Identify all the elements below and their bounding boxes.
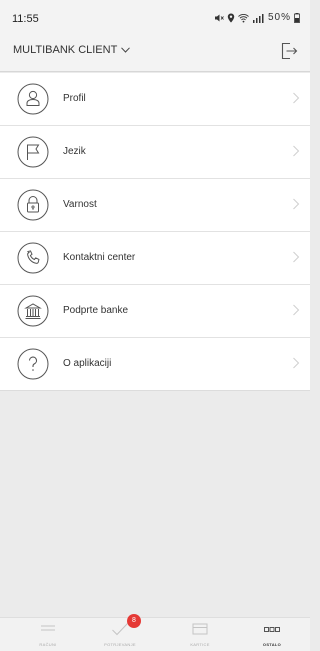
- phone-icon: [17, 242, 49, 274]
- nav-label: KARTICE: [190, 642, 210, 647]
- nav-label: POTRJEVANJE: [104, 642, 136, 647]
- menu-item-varnost[interactable]: Varnost: [0, 179, 310, 232]
- menu-item-label: Jezik: [63, 146, 86, 157]
- logout-icon[interactable]: [280, 42, 298, 60]
- bottom-navigation: RAČUNI 8 POTRJEVANJE KARTICE OSTALO: [0, 614, 310, 651]
- nav-tab-ostalo[interactable]: OSTALO: [241, 618, 303, 651]
- status-icons: 50%: [214, 12, 300, 23]
- list-icon: [41, 625, 55, 631]
- chevron-down-icon: [121, 47, 131, 53]
- location-icon: [227, 13, 235, 22]
- battery-text: 50%: [267, 12, 291, 23]
- menu-item-o-aplikaciji[interactable]: O aplikaciji: [0, 338, 310, 391]
- menu-item-podprte-banke[interactable]: Podprte banke: [0, 285, 310, 338]
- check-icon: [112, 623, 128, 636]
- menu-item-label: Varnost: [63, 199, 97, 210]
- notification-badge: 8: [127, 614, 141, 628]
- battery-icon: [294, 12, 300, 23]
- menu-item-profil[interactable]: Profil: [0, 73, 310, 126]
- menu-item-label: Profil: [63, 93, 86, 104]
- nav-tab-potrjevanje[interactable]: 8 POTRJEVANJE: [89, 614, 151, 651]
- more-icon: [264, 627, 280, 632]
- lock-icon: [17, 189, 49, 221]
- client-label: MULTIBANK CLIENT: [13, 44, 118, 56]
- status-time: 11:55: [12, 13, 39, 25]
- nav-tab-racuni[interactable]: RAČUNI: [17, 618, 79, 651]
- bank-icon: [17, 295, 49, 327]
- chevron-right-icon: [293, 92, 300, 104]
- chevron-right-icon: [293, 304, 300, 316]
- nav-label: RAČUNI: [39, 642, 57, 647]
- chevron-right-icon: [293, 198, 300, 210]
- chevron-right-icon: [293, 357, 300, 369]
- menu-item-kontaktni-center[interactable]: Kontaktni center: [0, 232, 310, 285]
- header: MULTIBANK CLIENT: [0, 32, 310, 72]
- status-bar: 11:55 50%: [0, 0, 310, 32]
- wifi-icon: [238, 13, 249, 22]
- settings-menu: Profil Jezik Varnost Kontaktni center Po…: [0, 73, 310, 391]
- signal-icon: [252, 13, 264, 23]
- person-icon: [17, 83, 49, 115]
- menu-item-jezik[interactable]: Jezik: [0, 126, 310, 179]
- client-selector[interactable]: MULTIBANK CLIENT: [13, 44, 131, 56]
- menu-item-label: Kontaktni center: [63, 252, 136, 263]
- question-icon: [17, 348, 49, 380]
- menu-item-label: Podprte banke: [63, 305, 129, 316]
- mute-icon: [214, 14, 224, 21]
- nav-tab-kartice[interactable]: KARTICE: [169, 618, 231, 651]
- card-icon: [192, 623, 208, 635]
- chevron-right-icon: [293, 251, 300, 263]
- flag-icon: [17, 136, 49, 168]
- menu-item-label: O aplikaciji: [63, 358, 112, 369]
- nav-label: OSTALO: [262, 642, 282, 647]
- chevron-right-icon: [293, 145, 300, 157]
